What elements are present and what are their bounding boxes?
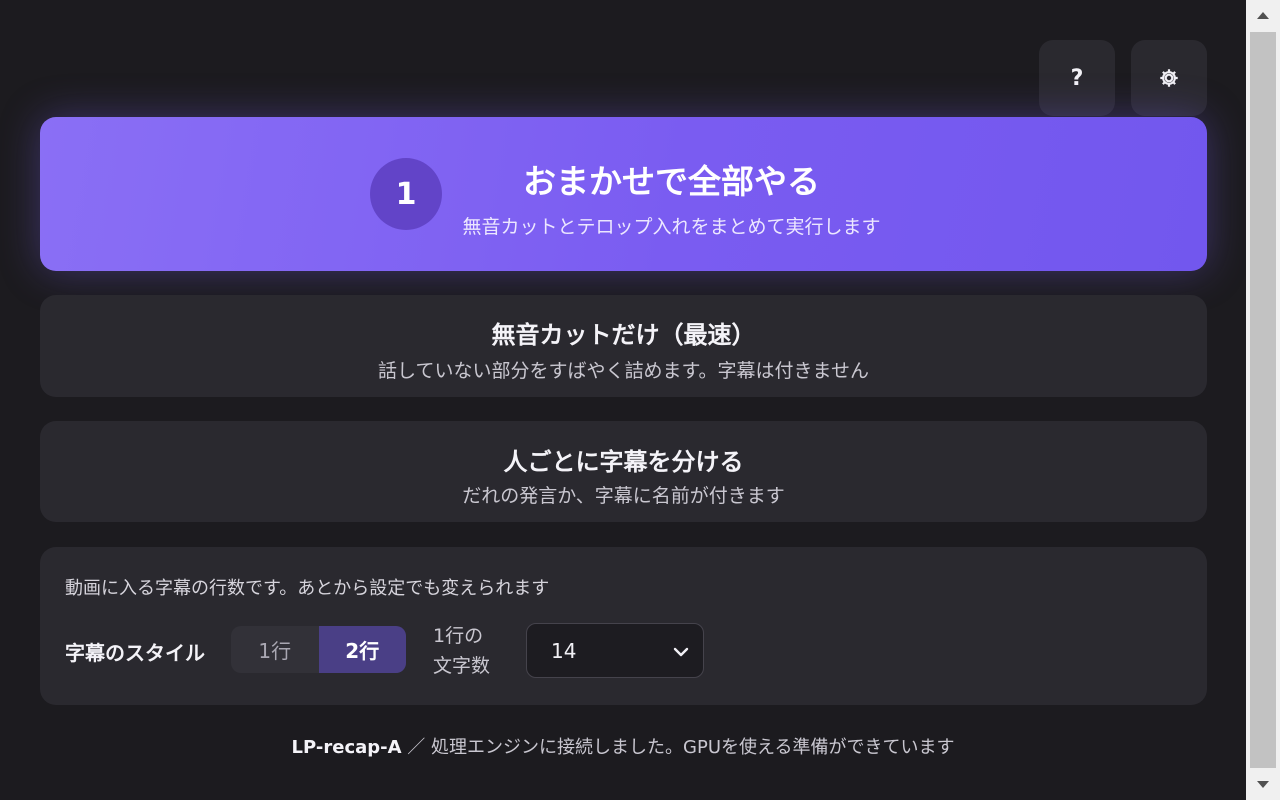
cut-only-title: 無音カットだけ（最速） (491, 321, 756, 349)
one-line-option[interactable]: 1行 (231, 626, 319, 673)
status-separator: ／ (401, 737, 432, 758)
help-button[interactable]: ? (1039, 40, 1115, 116)
two-line-option[interactable]: 2行 (318, 626, 406, 673)
auto-all-title: おまかせで全部やる (523, 162, 820, 201)
chars-per-line-select[interactable]: 14 (526, 623, 704, 678)
project-name: LP-recap-A (291, 737, 402, 758)
chars-per-line-label: 1行の 文字数 (433, 621, 490, 681)
chevron-down-icon (673, 647, 689, 657)
settings-button[interactable] (1131, 40, 1207, 116)
style-label: 字幕のスタイル (65, 641, 205, 665)
auto-all-button[interactable]: 1 おまかせで全部やる 無音カットとテロップ入れをまとめて実行します (40, 117, 1207, 271)
app-page: ? 1 おまかせで全部やる 無音カットとテロップ入れをまとめて実行します 無音カ… (0, 0, 1246, 800)
line-count-toggle: 1行 2行 (231, 626, 406, 673)
per-speaker-button[interactable]: 人ごとに字幕を分ける だれの発言か、字幕に名前が付きます (40, 421, 1207, 522)
scrollbar-thumb[interactable] (1250, 32, 1276, 768)
style-note: 動画に入る字幕の行数です。あとから設定でも変えられます (65, 578, 550, 599)
cut-only-button[interactable]: 無音カットだけ（最速） 話していない部分をすばやく詰めます。字幕は付きません (40, 295, 1207, 397)
per-speaker-subtitle: だれの発言か、字幕に名前が付きます (462, 485, 785, 507)
cut-only-subtitle: 話していない部分をすばやく詰めます。字幕は付きません (378, 360, 869, 382)
status-message: 処理エンジンに接続しました。GPUを使える準備ができています (431, 737, 955, 758)
gear-icon (1160, 69, 1178, 87)
vertical-scrollbar[interactable] (1246, 0, 1280, 800)
scroll-up-arrow-icon[interactable] (1246, 0, 1280, 30)
per-speaker-title: 人ごとに字幕を分ける (503, 448, 744, 476)
chars-per-line-value: 14 (551, 638, 577, 663)
subtitle-style-panel: 動画に入る字幕の行数です。あとから設定でも変えられます 字幕のスタイル 1行 2… (40, 547, 1207, 705)
chars-label-line1: 1行の (433, 625, 484, 647)
status-line: LP-recap-A ／ 処理エンジンに接続しました。GPUを使える準備ができて… (0, 733, 1246, 759)
help-icon: ? (1070, 65, 1084, 91)
auto-all-subtitle: 無音カットとテロップ入れをまとめて実行します (462, 216, 881, 238)
scroll-down-arrow-icon[interactable] (1246, 770, 1280, 800)
chars-label-line2: 文字数 (433, 655, 491, 677)
